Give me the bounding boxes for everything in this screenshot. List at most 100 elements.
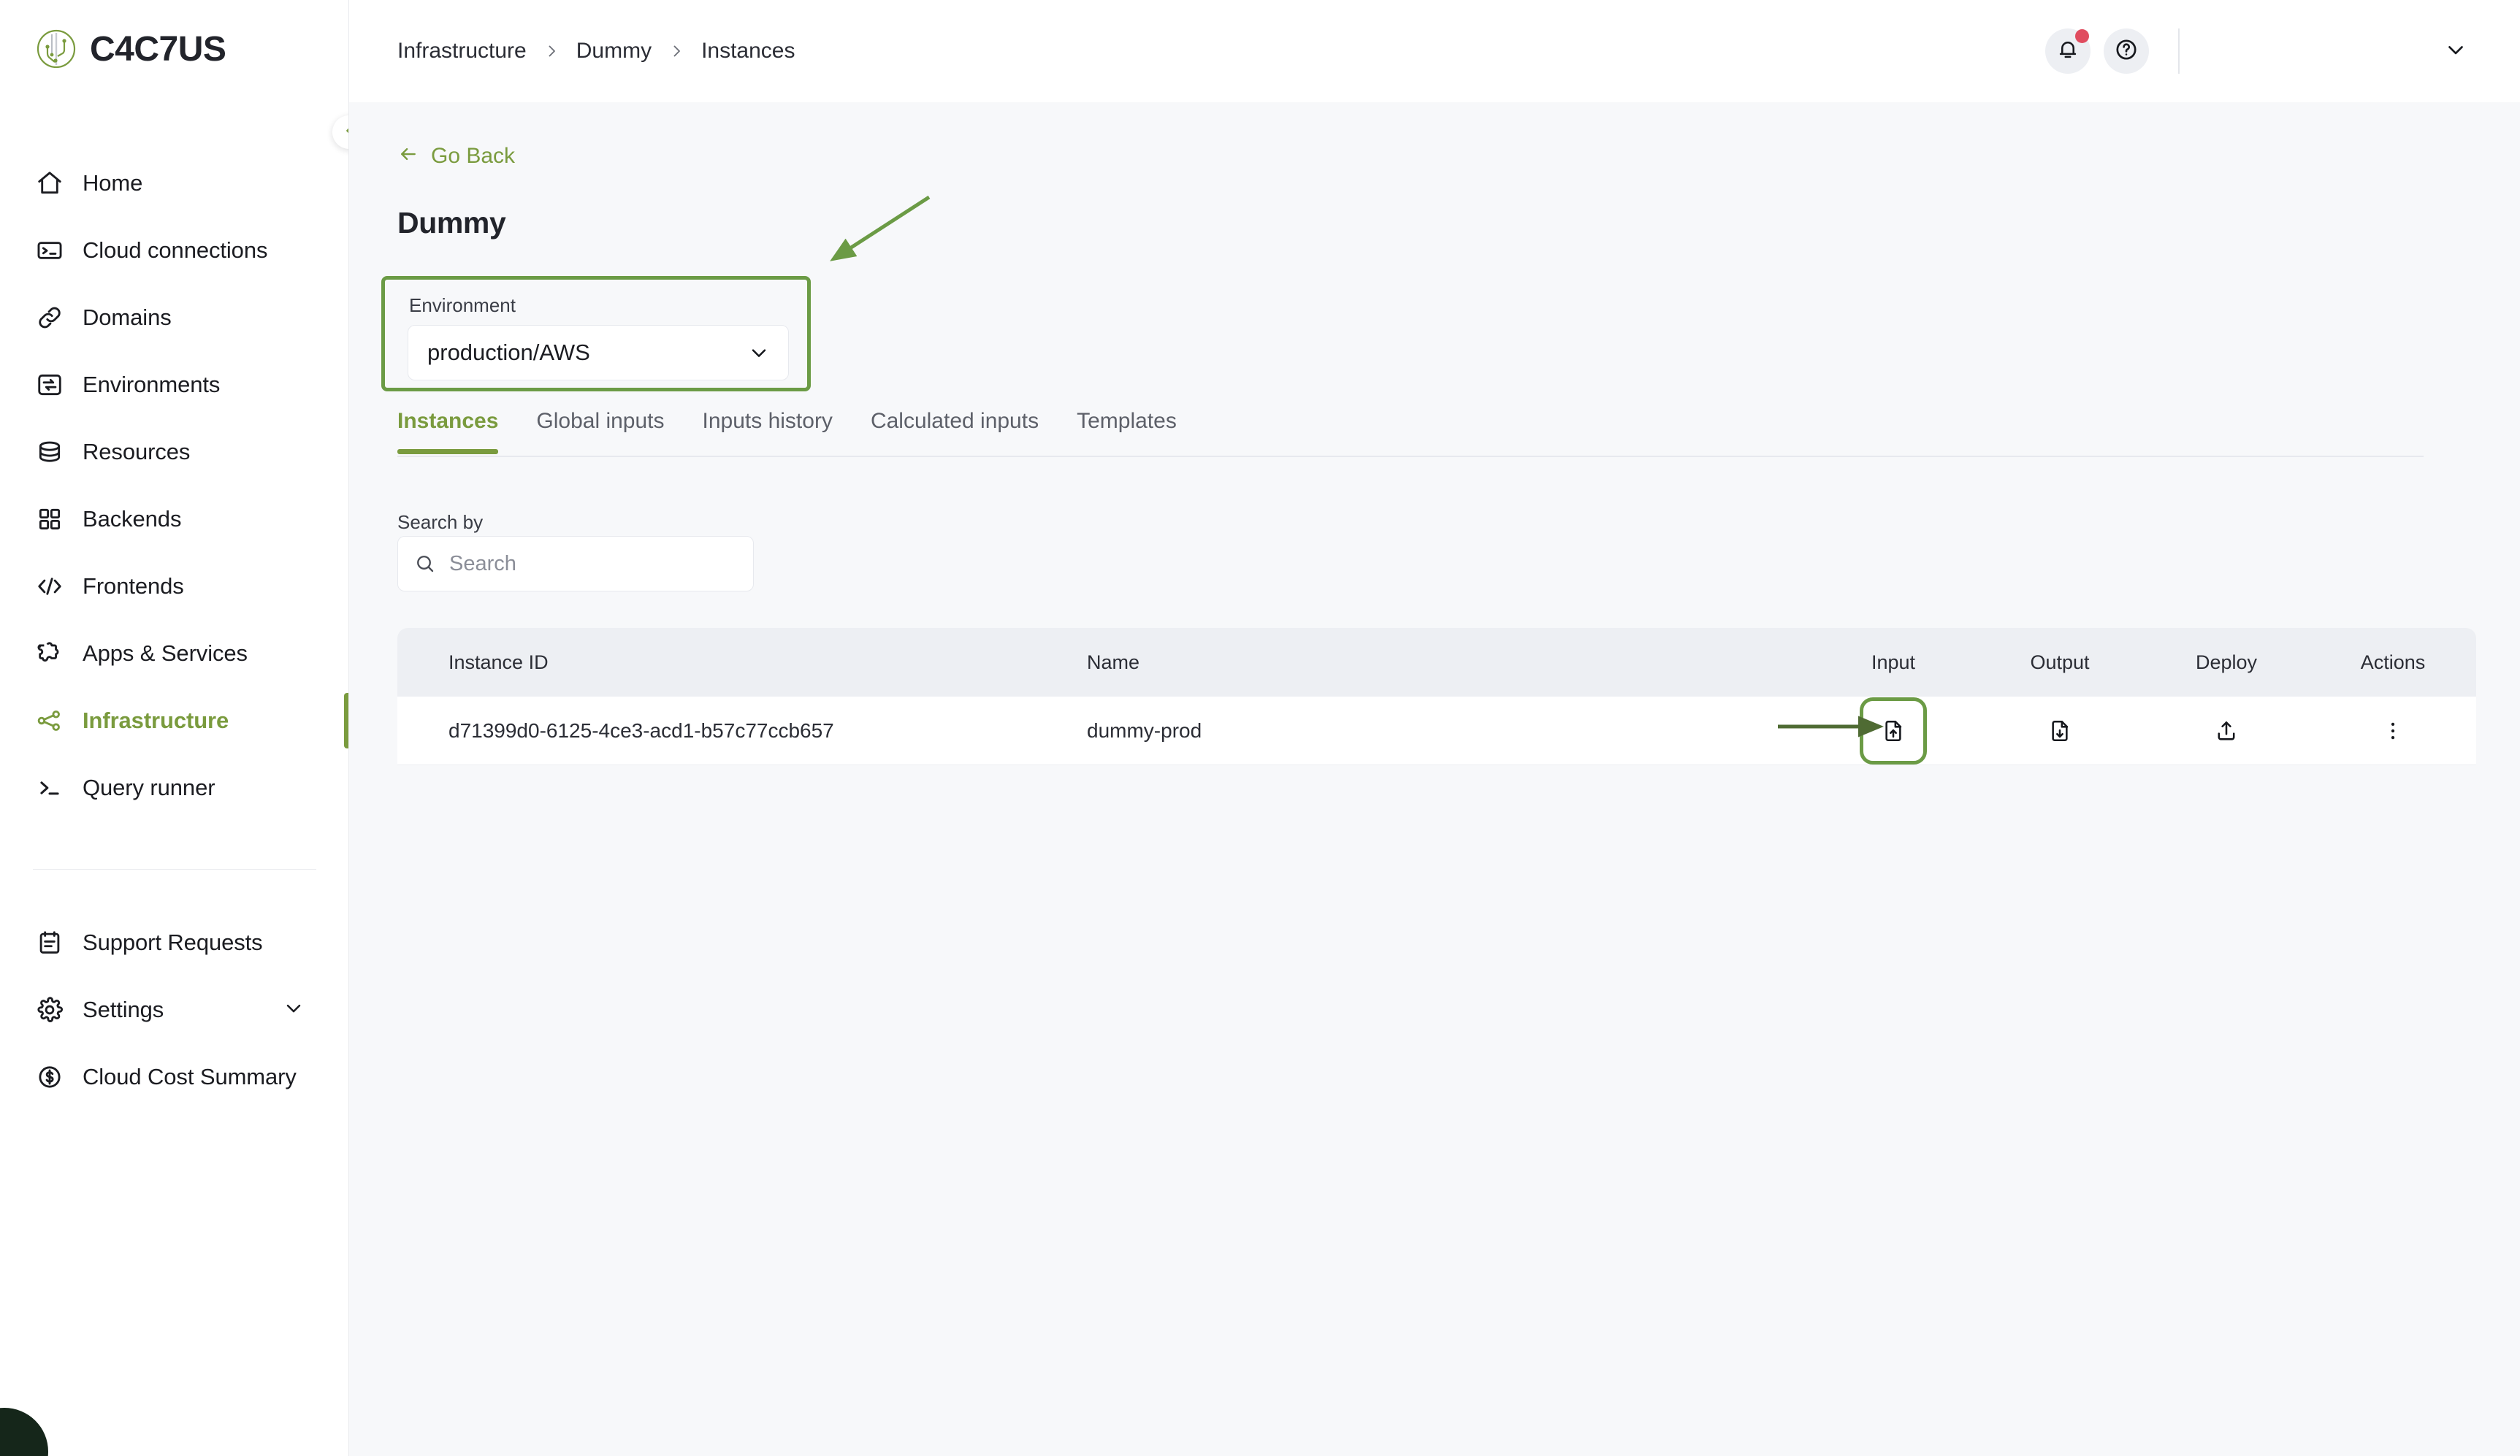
search-icon (414, 553, 436, 575)
search-box[interactable] (397, 536, 754, 591)
tab-templates[interactable]: Templates (1077, 409, 1177, 453)
environment-selected-value: production/AWS (427, 340, 590, 365)
sidebar-footer-nav: Support Requests Settings Cloud Cost Sum… (0, 909, 348, 1111)
chevron-down-icon (2443, 37, 2468, 66)
tab-bar: Instances Global inputs Inputs history C… (397, 409, 2424, 457)
puzzle-icon (33, 637, 66, 670)
sidebar-item-label: Resources (83, 439, 191, 464)
sidebar-item-label: Query runner (83, 775, 215, 800)
sidebar-item-infrastructure[interactable]: Infrastructure (0, 687, 348, 754)
question-circle-icon (2114, 37, 2139, 66)
prompt-icon (33, 771, 66, 805)
help-button[interactable] (2104, 28, 2149, 74)
gear-icon (33, 993, 66, 1027)
topbar-divider (2178, 28, 2180, 74)
table-row[interactable]: d71399d0-6125-4ce3-acd1-b57c77ccb657 dum… (397, 697, 2476, 765)
sidebar-item-settings[interactable]: Settings (0, 976, 348, 1043)
sidebar-item-cloud-connections[interactable]: Cloud connections (0, 217, 348, 284)
breadcrumb-item-instances[interactable]: Instances (701, 39, 795, 64)
file-download-icon[interactable] (2043, 714, 2077, 748)
sidebar-item-label: Home (83, 170, 143, 196)
breadcrumb-item-dummy[interactable]: Dummy (576, 39, 652, 64)
arrow-left-icon (397, 143, 419, 169)
chevron-left-icon (341, 123, 348, 142)
terminal-icon (33, 234, 66, 267)
link-icon (33, 301, 66, 334)
swap-arrows-icon (33, 368, 66, 402)
environment-label: Environment (409, 294, 516, 316)
search-label: Search by (397, 511, 484, 533)
tab-calculated-inputs[interactable]: Calculated inputs (871, 409, 1039, 453)
annotation-arrow-environment (830, 195, 931, 261)
sidebar-item-home[interactable]: Home (0, 150, 348, 217)
column-header-instance-id: Instance ID (448, 651, 549, 673)
floating-widget-bubble[interactable] (0, 1408, 48, 1456)
brand-name: C4C7US (90, 29, 226, 69)
sidebar-item-support-requests[interactable]: Support Requests (0, 909, 348, 976)
cell-deploy (2143, 714, 2310, 748)
sidebar-divider (33, 869, 316, 870)
column-header-input: Input (1871, 651, 1916, 673)
file-upload-icon[interactable] (1876, 714, 1910, 748)
sidebar-item-query-runner[interactable]: Query runner (0, 754, 348, 821)
code-brackets-icon (33, 570, 66, 603)
sidebar-item-label: Support Requests (83, 930, 263, 955)
tab-instances[interactable]: Instances (397, 409, 499, 454)
environment-select[interactable]: production/AWS (408, 325, 789, 380)
sidebar: C4C7US Home Cloud connections Domains En… (0, 0, 349, 1456)
sidebar-item-label: Cloud connections (83, 237, 268, 263)
topbar: Infrastructure Dummy Instances (349, 0, 2520, 102)
cell-name: dummy-prod (1087, 719, 1202, 742)
notification-badge (2075, 29, 2089, 43)
chevron-right-icon (668, 42, 685, 60)
sidebar-collapse-button[interactable] (332, 115, 348, 149)
table-header-row: Instance ID Name Input Output Deploy Act… (397, 628, 2476, 697)
upload-share-icon[interactable] (2210, 714, 2243, 748)
environment-selector-highlight: Environment production/AWS (381, 276, 811, 391)
sidebar-item-label: Domains (83, 304, 172, 330)
sidebar-item-label: Environments (83, 372, 221, 397)
sidebar-item-environments[interactable]: Environments (0, 351, 348, 418)
tab-inputs-history[interactable]: Inputs history (703, 409, 833, 453)
sidebar-item-label: Cloud Cost Summary (83, 1064, 297, 1089)
chevron-down-icon[interactable] (282, 997, 305, 1024)
chevron-down-icon (747, 341, 771, 364)
sidebar-item-apps-services[interactable]: Apps & Services (0, 620, 348, 687)
topbar-actions (2045, 28, 2520, 74)
chevron-right-icon (543, 42, 560, 60)
search-input[interactable] (449, 551, 737, 576)
breadcrumb-item-infrastructure[interactable]: Infrastructure (397, 39, 527, 64)
go-back-label: Go Back (431, 143, 516, 168)
bell-icon (2056, 38, 2080, 65)
sidebar-item-resources[interactable]: Resources (0, 418, 348, 486)
tab-global-inputs[interactable]: Global inputs (536, 409, 664, 453)
sidebar-item-backends[interactable]: Backends (0, 486, 348, 553)
cell-input (1810, 697, 1977, 765)
clipboard-icon (33, 926, 66, 959)
grid-icon (33, 502, 66, 536)
dollar-circle-icon (33, 1060, 66, 1094)
breadcrumb: Infrastructure Dummy Instances (397, 39, 795, 64)
cell-output (1977, 714, 2143, 748)
sidebar-item-frontends[interactable]: Frontends (0, 553, 348, 620)
sidebar-item-cloud-cost-summary[interactable]: Cloud Cost Summary (0, 1043, 348, 1111)
sidebar-item-label: Frontends (83, 573, 184, 599)
sidebar-item-label: Settings (83, 997, 164, 1022)
column-header-output: Output (2030, 651, 2090, 673)
sidebar-item-domains[interactable]: Domains (0, 284, 348, 351)
sidebar-main-nav: Home Cloud connections Domains Environme… (0, 150, 348, 821)
tree-circuit-circle-icon (33, 26, 80, 72)
sidebar-item-label: Backends (83, 506, 182, 532)
instances-table: Instance ID Name Input Output Deploy Act… (397, 628, 2476, 765)
cell-instance-id: d71399d0-6125-4ce3-acd1-b57c77ccb657 (448, 719, 834, 742)
cell-actions (2310, 714, 2476, 748)
account-menu-button[interactable] (2432, 28, 2479, 74)
network-share-icon (33, 704, 66, 737)
column-header-actions: Actions (2360, 651, 2426, 673)
column-header-name: Name (1087, 651, 1140, 673)
go-back-link[interactable]: Go Back (397, 143, 515, 169)
brand-logo[interactable]: C4C7US (33, 26, 226, 72)
database-icon (33, 435, 66, 469)
more-vertical-icon[interactable] (2376, 714, 2410, 748)
notifications-button[interactable] (2045, 28, 2091, 74)
